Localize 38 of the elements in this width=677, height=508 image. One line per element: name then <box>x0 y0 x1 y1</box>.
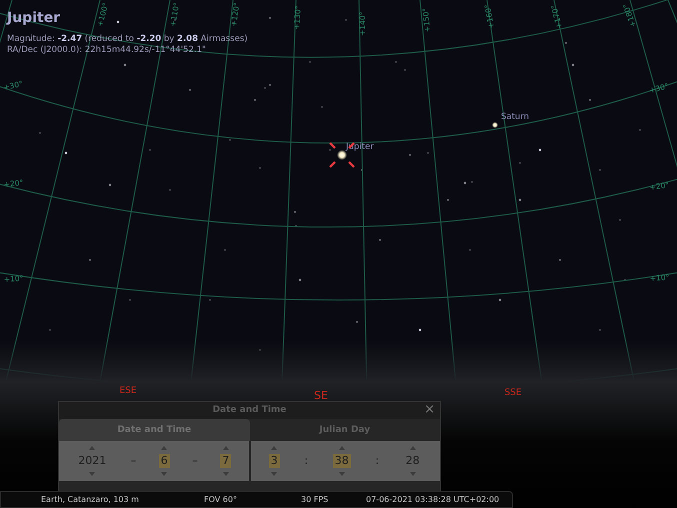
compass-label: ESE <box>119 386 137 396</box>
planet-label: Jupiter <box>346 142 374 152</box>
spin-up-icon[interactable] <box>161 446 168 450</box>
spinbox-value[interactable]: 6 <box>158 454 170 468</box>
compass-label: SSE <box>504 388 522 398</box>
fps-text: 30 FPS <box>301 494 328 506</box>
planet-label: Saturn <box>501 112 530 122</box>
spinbox-value[interactable]: 28 <box>404 454 422 468</box>
spin-down-icon[interactable] <box>89 472 96 476</box>
spinbox-value[interactable]: 3 <box>268 454 280 468</box>
spin-down-icon[interactable] <box>161 472 168 476</box>
spin-up-icon[interactable] <box>410 446 416 450</box>
compass-label: SE <box>314 389 328 402</box>
spinbox-value[interactable]: 38 <box>332 454 351 468</box>
spin-down-icon[interactable] <box>338 472 345 476</box>
spinbox-value[interactable]: 2021 <box>76 454 108 468</box>
spin-up-icon[interactable] <box>338 446 345 450</box>
info-text: RA/Dec (J2000.0): 22h15m44.92s/-11°44'52.1" <box>7 45 206 56</box>
spin-up-icon[interactable] <box>271 446 278 450</box>
fov-text: FOV 60° <box>204 494 237 506</box>
separator-text: – <box>192 452 198 469</box>
spin-up-icon[interactable] <box>89 446 96 450</box>
spin-down-icon[interactable] <box>410 472 416 476</box>
dialog-title: Date and Time <box>212 404 286 417</box>
spinbox-value[interactable]: 7 <box>220 454 232 468</box>
planet-disk-icon[interactable] <box>492 122 498 128</box>
planet-disk-icon[interactable] <box>337 150 347 160</box>
separator-text: : <box>304 452 308 469</box>
close-button[interactable]: × <box>422 403 437 417</box>
spin-down-icon[interactable] <box>271 472 278 476</box>
info-text: Magnitude: -2.47 (reduced to -2.20 by 2.08 Airmasses) <box>7 34 248 45</box>
location-text: Earth, Catanzaro, 103 m <box>41 494 139 506</box>
spin-up-icon[interactable] <box>222 446 229 450</box>
datetime-text: 07-06-2021 03:38:28 UTC+02:00 <box>366 494 500 506</box>
object-name: Jupiter <box>7 9 60 28</box>
spin-down-icon[interactable] <box>222 472 229 476</box>
separator-text: : <box>375 452 380 469</box>
separator-text: – <box>130 452 136 469</box>
